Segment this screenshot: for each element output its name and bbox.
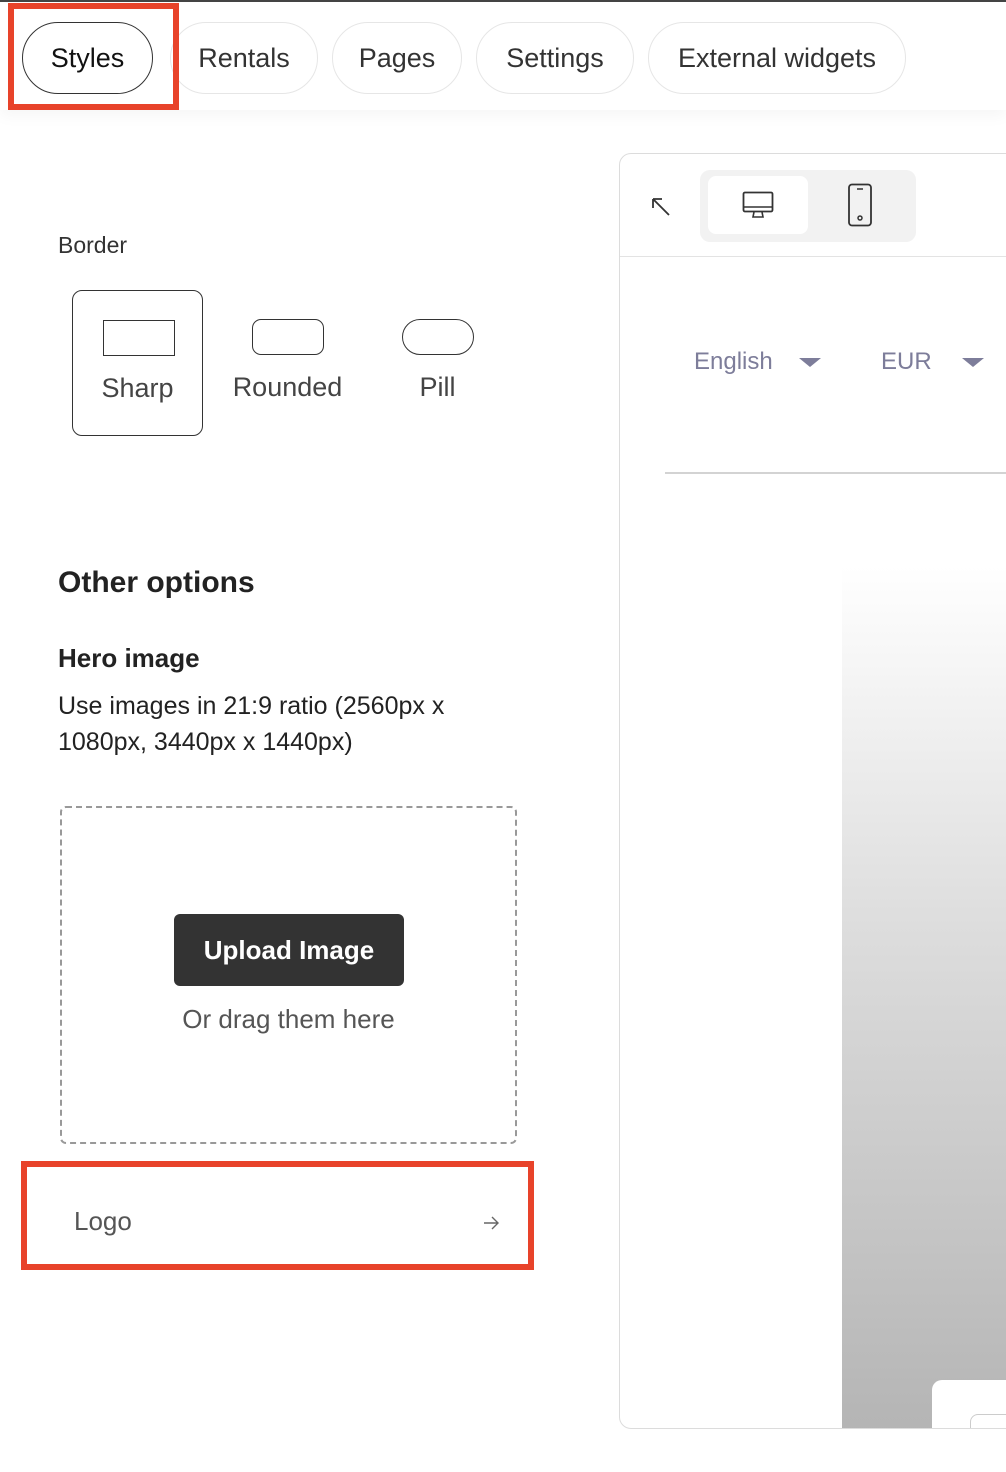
logo-settings-row[interactable]: Logo	[34, 1174, 522, 1260]
preview-panel: English EUR	[619, 153, 1006, 1429]
sharp-shape-icon	[103, 320, 175, 356]
tab-rentals[interactable]: Rentals	[170, 22, 318, 94]
border-option-pill[interactable]: Pill	[372, 290, 503, 436]
caret-down-icon	[798, 357, 821, 367]
border-option-sharp[interactable]: Sharp	[72, 290, 203, 436]
caret-down-icon	[961, 357, 984, 367]
drag-hint-text: Or drag them here	[182, 1004, 395, 1034]
upload-image-button[interactable]: Upload Image	[174, 914, 404, 986]
border-option-label: Rounded	[232, 372, 343, 402]
tab-external-widgets[interactable]: External widgets	[648, 22, 906, 94]
pill-shape-icon	[402, 319, 474, 355]
hero-image-description: Use images in 21:9 ratio (2560px x 1080p…	[58, 692, 445, 756]
hero-image-dropzone[interactable]: Upload Image Or drag them here	[60, 806, 517, 1144]
preview-card-inner	[970, 1414, 1006, 1428]
preview-card	[932, 1380, 1006, 1428]
preview-divider	[665, 472, 1006, 474]
tab-styles[interactable]: Styles	[22, 22, 153, 94]
border-option-rounded[interactable]: Rounded	[222, 290, 353, 436]
language-value: English	[694, 348, 773, 375]
border-section-label: Border	[58, 232, 128, 258]
device-toggle	[700, 170, 916, 242]
hero-image-preview	[842, 566, 1006, 1428]
border-option-label: Sharp	[101, 373, 174, 403]
currency-value: EUR	[881, 348, 932, 375]
logo-label: Logo	[74, 1206, 132, 1236]
language-dropdown[interactable]: English	[694, 348, 821, 376]
preview-toolbar	[620, 154, 1006, 257]
mobile-view-button[interactable]	[810, 176, 910, 234]
collapse-arrow-icon[interactable]	[650, 196, 672, 218]
other-options-heading: Other options	[58, 566, 255, 599]
tab-settings[interactable]: Settings	[476, 22, 634, 94]
tab-pages[interactable]: Pages	[332, 22, 462, 94]
rounded-shape-icon	[252, 319, 324, 355]
hero-image-title: Hero image	[58, 643, 200, 673]
currency-dropdown[interactable]: EUR	[881, 348, 984, 376]
border-option-label: Pill	[419, 372, 456, 402]
arrow-right-icon	[484, 1216, 499, 1230]
mobile-icon	[848, 183, 872, 227]
desktop-view-button[interactable]	[708, 176, 808, 234]
desktop-icon	[742, 191, 774, 218]
top-tab-bar: Styles Rentals Pages Settings External w…	[0, 0, 1006, 110]
